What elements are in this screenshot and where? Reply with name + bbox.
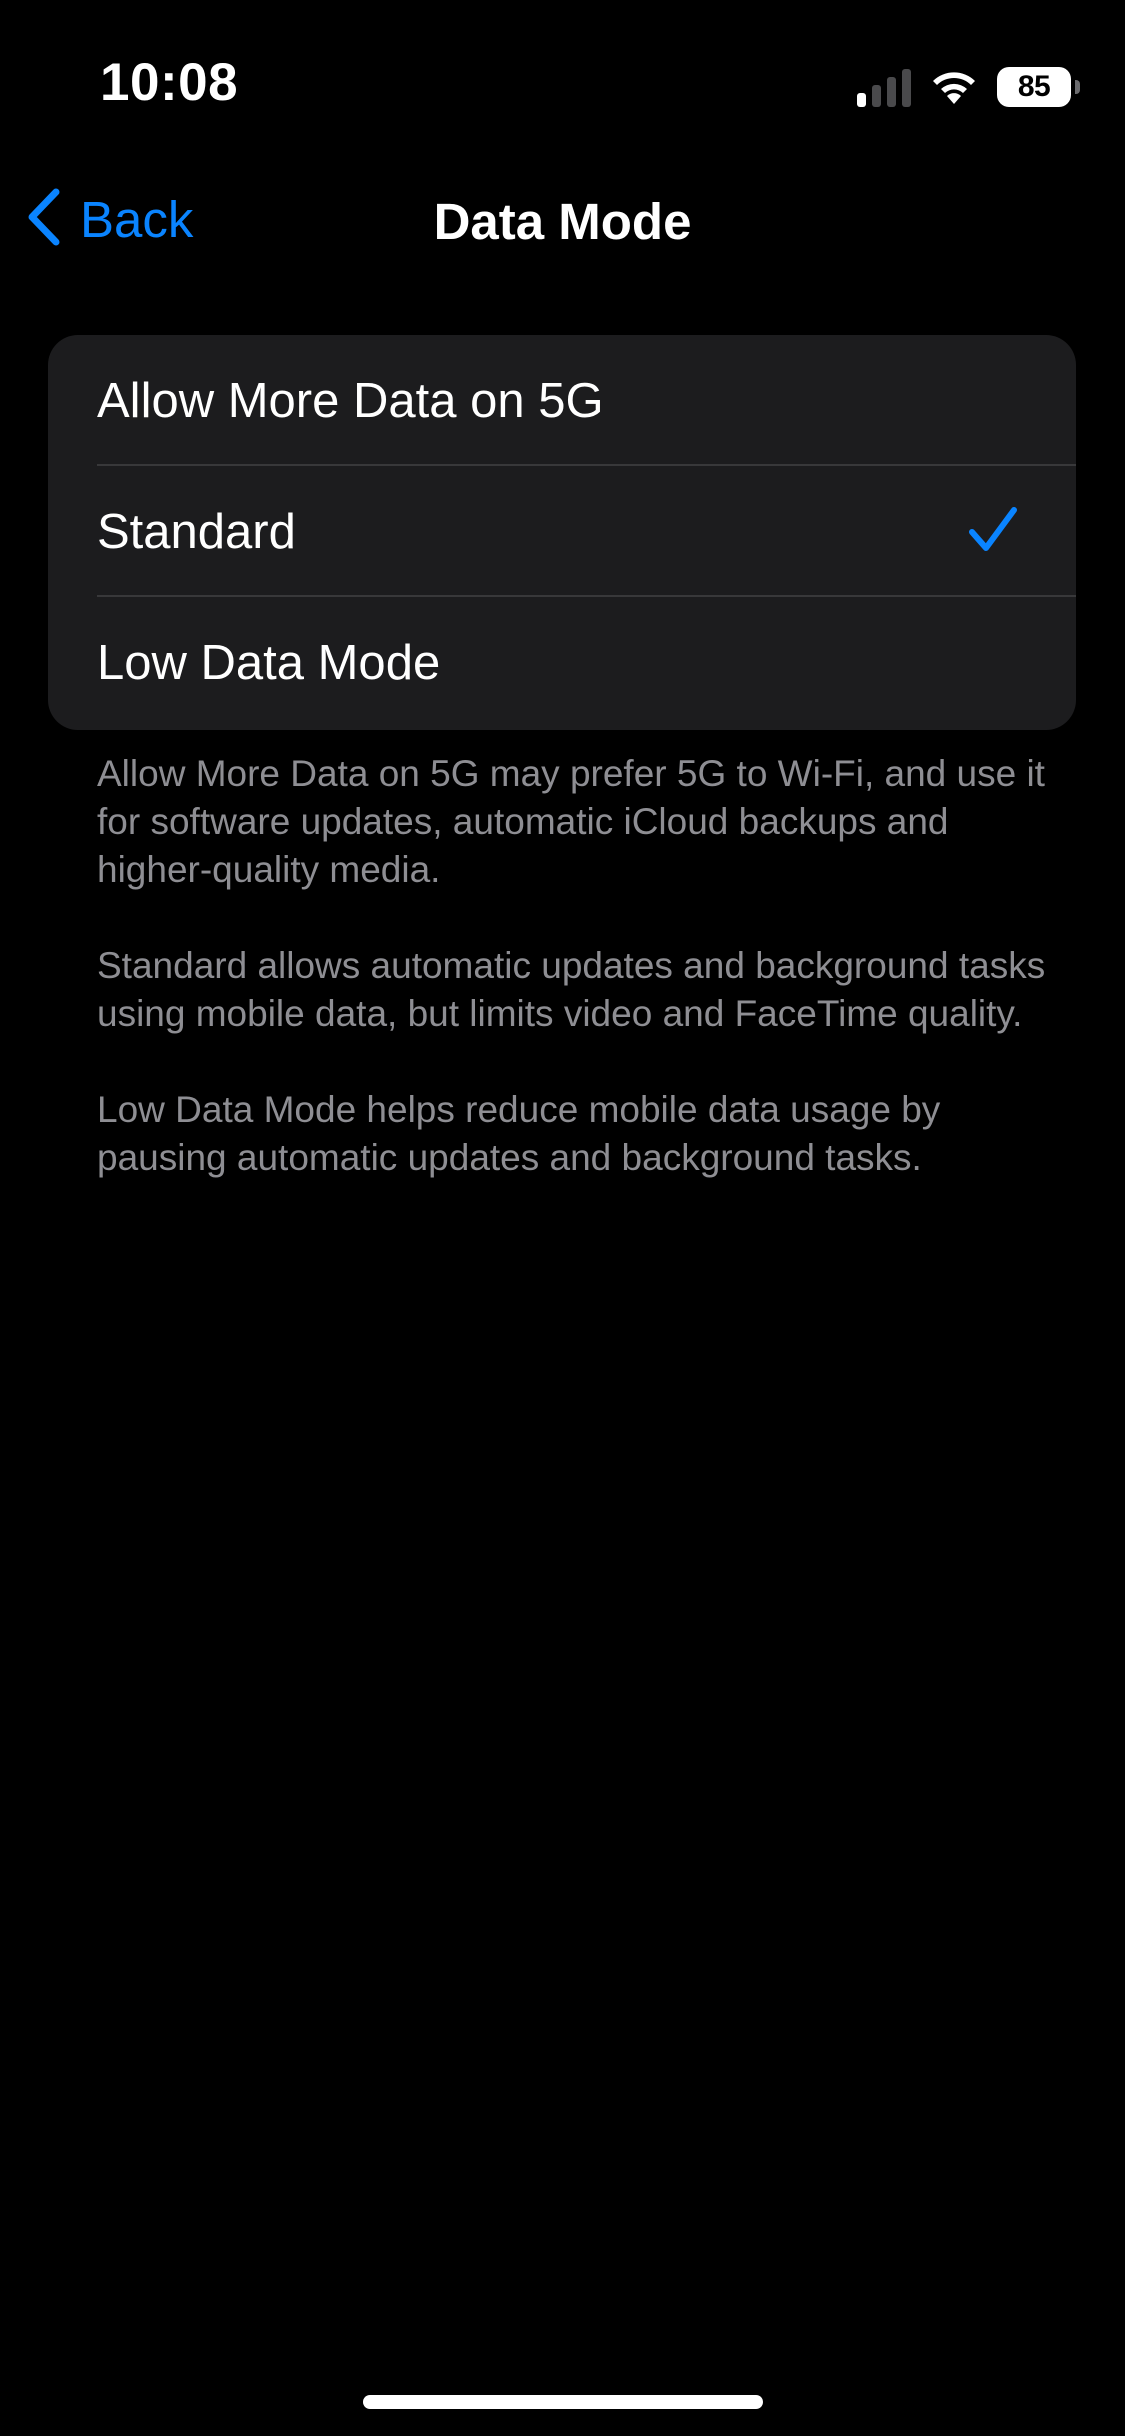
battery-level: 85 (1017, 70, 1051, 103)
navigation-bar: Data Mode Back (0, 170, 1125, 260)
option-low-data-mode[interactable]: Low Data Mode (48, 597, 1076, 728)
description-low-data-mode: Low Data Mode helps reduce mobile data u… (97, 1089, 941, 1178)
description-standard: Standard allows automatic updates and ba… (97, 945, 1046, 1034)
chevron-left-icon (26, 188, 62, 251)
status-bar: 10:08 85 (0, 0, 1125, 150)
back-button-label: Back (80, 191, 194, 248)
checkmark-icon (968, 506, 1018, 559)
status-time: 10:08 (100, 53, 239, 112)
option-label: Low Data Mode (97, 635, 441, 690)
option-label: Standard (97, 504, 296, 559)
data-mode-options: Allow More Data on 5G Standard Low Data … (48, 335, 1076, 730)
wifi-icon (929, 68, 979, 106)
back-button[interactable]: Back (26, 188, 193, 251)
battery-icon: 85 (997, 67, 1080, 107)
options-footer: Allow More Data on 5G may prefer 5G to W… (97, 750, 1057, 1230)
cellular-signal-icon (857, 67, 911, 107)
status-indicators: 85 (857, 62, 1080, 112)
home-indicator[interactable] (363, 2395, 763, 2409)
option-standard[interactable]: Standard (48, 466, 1076, 597)
option-label: Allow More Data on 5G (97, 373, 604, 428)
option-allow-more-data[interactable]: Allow More Data on 5G (48, 335, 1076, 466)
description-allow-more-data: Allow More Data on 5G may prefer 5G to W… (97, 753, 1045, 890)
